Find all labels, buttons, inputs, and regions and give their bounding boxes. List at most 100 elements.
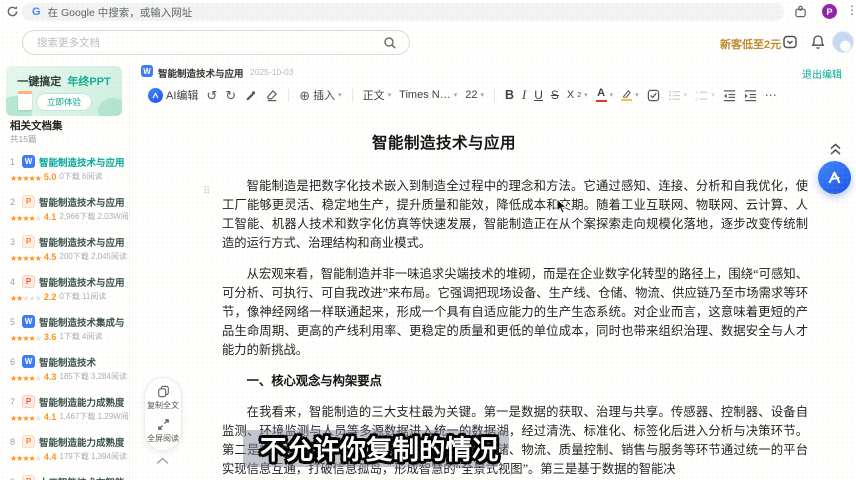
rating-stars: ★★★★★ <box>10 368 41 386</box>
doc-item-title: 智能制造技术与应用 <box>39 275 124 289</box>
floating-tools-panel: 复制全文 全屏阅读 <box>144 377 182 451</box>
paragraph-style-select[interactable]: 正文 ▾ <box>363 87 392 103</box>
doc-list-item[interactable]: 7 P 智能制造能力成熟度… ★★★★★ 4.1 1,467下载 1.29W阅读 <box>0 392 130 432</box>
rating-stars: ★★★★★ <box>10 408 41 426</box>
ai-assistant-button[interactable] <box>818 161 851 194</box>
rating-score: 3.6 <box>44 332 57 342</box>
promo-link[interactable]: 新客低至2元 <box>720 36 781 52</box>
font-size-select[interactable]: 22 ▾ <box>465 89 484 101</box>
highlight-button[interactable]: ▾ <box>621 89 639 102</box>
toolbar-divider <box>494 89 495 102</box>
word-doc-icon: W <box>141 65 153 77</box>
banner-try-button[interactable]: 立即体验 <box>36 93 92 111</box>
doc-item-stats: 0下载 11阅读 <box>59 291 106 302</box>
doc-list-item[interactable]: 9 P 人工智能技术在智能 <box>0 472 130 480</box>
insert-plus-icon: ⊕ <box>299 89 310 102</box>
doc-item-index: 4 <box>10 277 18 287</box>
ppt-icon: P <box>22 195 35 208</box>
rating-stars: ★★★★★ <box>10 288 41 306</box>
doc-list-item[interactable]: 8 P 智能制造能力成熟度… ★★★★★ 4.4 179下载 1,394阅读 <box>0 432 130 472</box>
more-tools-button[interactable]: ⋯ <box>765 88 778 102</box>
address-bar[interactable]: G 在 Google 中搜索，或输入网址 <box>22 3 784 21</box>
doc-item-index: 8 <box>10 437 18 447</box>
copy-icon <box>157 385 170 398</box>
eraser-icon[interactable] <box>265 89 278 102</box>
font-color-icon: A <box>596 88 607 103</box>
indent-increase-button[interactable] <box>744 89 757 102</box>
doc-item-title: 智能制造技术 <box>39 355 96 369</box>
exit-edit-button[interactable]: 退出编辑 <box>802 66 842 81</box>
doc-list-item[interactable]: 6 W 智能制造技术 ★★★★★ 4.3 185下载 3,284阅读 <box>0 352 130 392</box>
redo-button[interactable]: ↻ <box>225 89 236 102</box>
bullet-list-button[interactable]: ▾ <box>668 89 688 102</box>
document-page[interactable]: ⠿ 智能制造技术与应用 智能制造是把数字化技术嵌入到制造全过程中的理念和方法。它… <box>130 108 856 480</box>
word-icon: W <box>22 155 35 168</box>
search-icon[interactable] <box>383 36 397 50</box>
undo-button[interactable]: ↺ <box>206 89 217 102</box>
underline-button[interactable]: U <box>534 88 543 102</box>
rating-stars: ★★★★★ <box>10 168 41 186</box>
ppt-promo-banner[interactable]: 一键搞定 年终PPT 立即体验 <box>6 66 122 116</box>
doc-item-stats: 1,467下载 1.29W阅读 <box>59 411 136 422</box>
notifications-icon[interactable] <box>810 34 826 50</box>
doc-item-index: 6 <box>10 357 18 367</box>
doc-paragraph-1[interactable]: 智能制造是把数字化技术嵌入到制造全过程中的理念和方法。它通过感知、连接、分析和自… <box>222 177 808 253</box>
video-subtitle-overlay: 不允许你复制的情况 <box>260 428 499 467</box>
rating-stars: ★★★★★ <box>10 248 41 266</box>
doc-section-heading[interactable]: 一、核心观念与构架要点 <box>222 372 808 391</box>
inbox-icon[interactable] <box>782 34 798 50</box>
chevron-down-icon: ▾ <box>388 91 392 99</box>
numbered-list-button[interactable]: 12 ▾ <box>695 89 715 102</box>
word-icon: W <box>22 315 35 328</box>
pdf-icon: P <box>22 275 35 288</box>
insert-button[interactable]: ⊕ 插入 ▾ <box>299 87 341 103</box>
copy-full-text-button[interactable]: 复制全文 <box>147 385 179 411</box>
user-avatar[interactable] <box>832 31 854 53</box>
word-icon: W <box>22 355 35 368</box>
bold-button[interactable]: B <box>505 88 514 102</box>
doc-item-title: 智能制造能力成熟度… <box>39 435 124 449</box>
svg-text:2: 2 <box>695 97 698 102</box>
ai-logo-icon <box>148 88 163 103</box>
doc-list-item[interactable]: 2 P 智能制造技术与应用 ★★★★★ 4.1 2,966下载 2.03W阅读 <box>0 192 130 232</box>
doc-item-index: 1 <box>10 157 18 167</box>
format-painter-icon[interactable] <box>244 89 257 102</box>
rating-score: 4.5 <box>44 252 57 262</box>
doc-search-box[interactable] <box>22 30 410 55</box>
extensions-icon[interactable] <box>794 5 807 18</box>
doc-list-item[interactable]: 5 W 智能制造技术集成与… ★★★★★ 3.6 1下载 4阅读 <box>0 312 130 352</box>
doc-list-item[interactable]: 3 P 智能制造技术与应用 ★★★★★ 4.5 200下载 2,045阅读 <box>0 232 130 272</box>
browser-menu-icon[interactable]: ⋮ <box>846 3 856 17</box>
doc-item-index: 7 <box>10 397 18 407</box>
document-title[interactable]: 智能制造技术与应用 <box>372 134 808 153</box>
svg-text:1: 1 <box>695 89 698 94</box>
paragraph-drag-handle-icon[interactable]: ⠿ <box>203 186 210 197</box>
checkbox-button[interactable] <box>647 89 660 102</box>
doc-date: 2025-10-03 <box>250 67 293 77</box>
rating-score: 4.4 <box>44 452 57 462</box>
reload-icon[interactable] <box>6 5 19 18</box>
doc-item-index: 5 <box>10 317 18 327</box>
collapse-panel-icon[interactable] <box>155 457 170 465</box>
chevron-down-icon: ▾ <box>454 91 458 99</box>
subscript-button[interactable]: X2▾ <box>567 89 588 101</box>
doc-list-item[interactable]: 4 P 智能制造技术与应用 ★★★★★ 2.2 0下载 11阅读 <box>0 272 130 312</box>
doc-list-item[interactable]: 1 W 智能制造技术与应用 ★★★★★ 5.0 0下载 6阅读 <box>0 152 130 192</box>
doc-paragraph-2[interactable]: 从宏观来看，智能制造并非一味追求尖端技术的堆砌，而是在企业数字化转型的路径上，围… <box>222 265 808 360</box>
italic-button[interactable]: I <box>522 88 526 103</box>
browser-profile-avatar[interactable]: P <box>822 4 837 19</box>
search-input[interactable] <box>35 36 383 50</box>
ai-edit-button[interactable]: AI编辑 <box>148 87 198 103</box>
fullscreen-read-button[interactable]: 全屏阅读 <box>147 418 179 444</box>
related-docs-count: 共15篇 <box>10 133 36 145</box>
indent-decrease-button[interactable] <box>723 89 736 102</box>
chevron-down-icon: ▾ <box>610 91 614 99</box>
toolbar-divider <box>288 89 289 102</box>
rating-stars: ★★★★★ <box>10 208 41 226</box>
banner-title-left: 一键搞定 <box>17 76 61 88</box>
back-to-top-icon[interactable] <box>829 143 842 156</box>
font-family-select[interactable]: Times N… ▾ <box>399 89 457 101</box>
chevron-down-icon: ▾ <box>635 91 639 99</box>
font-color-button[interactable]: A ▾ <box>596 88 614 103</box>
strikethrough-button[interactable]: S <box>551 88 559 102</box>
